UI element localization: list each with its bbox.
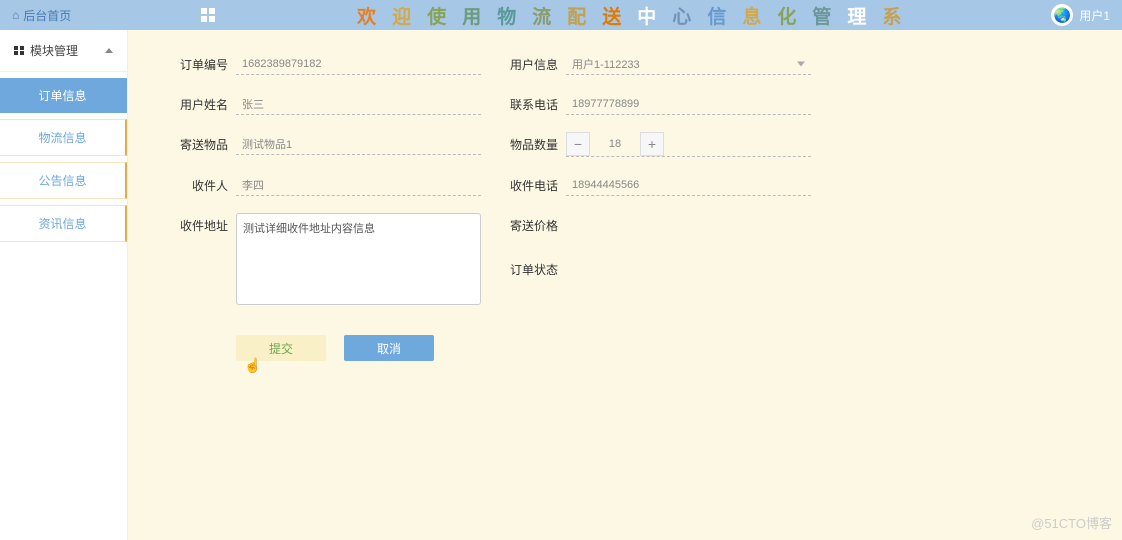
cancel-button[interactable]: 取消 [344, 335, 434, 361]
qty-input[interactable] [590, 134, 640, 154]
home-link[interactable]: ⌂ 后台首页 [12, 7, 71, 24]
sidebar-item-logistics[interactable]: 物流信息 [0, 119, 127, 156]
contact-phone-label: 联系电话 [498, 96, 558, 113]
user-info-select-wrap[interactable] [566, 54, 811, 75]
menu-grid-icon [14, 46, 24, 56]
user-info-label: 用户信息 [498, 56, 558, 73]
layout: 模块管理 订单信息 物流信息 公告信息 资讯信息 订单编号 用户信息 [0, 30, 1122, 540]
sidebar-item-news[interactable]: 资讯信息 [0, 205, 127, 242]
receiver-addr-textarea[interactable] [236, 213, 481, 305]
ship-item-label: 寄送物品 [168, 136, 228, 153]
sidebar-item-orders[interactable]: 订单信息 [0, 78, 127, 113]
order-no-input[interactable] [236, 54, 481, 75]
sidebar: 模块管理 订单信息 物流信息 公告信息 资讯信息 [0, 30, 128, 540]
header-right: 🌏 用户1 [1051, 4, 1110, 26]
receiver-input[interactable] [236, 175, 481, 196]
contact-phone-input[interactable] [566, 94, 811, 115]
user-name-label: 用户姓名 [168, 96, 228, 113]
top-header: ⌂ 后台首页 欢迎使用物流配送中心信息化管理系 🌏 用户1 [0, 0, 1122, 30]
content: 订单编号 用户信息 用户姓名 联系电话 寄送物 [128, 30, 1122, 540]
sidebar-item-announcement[interactable]: 公告信息 [0, 162, 127, 199]
cursor-pointer-icon: ☝ [244, 357, 261, 374]
grid-icon[interactable] [201, 8, 215, 22]
menu-header[interactable]: 模块管理 [0, 30, 127, 72]
order-status-label: 订单状态 [498, 261, 558, 278]
header-left: ⌂ 后台首页 [12, 7, 215, 24]
user-info-select[interactable] [566, 54, 811, 75]
receiver-phone-input[interactable] [566, 175, 811, 196]
home-label: 后台首页 [23, 7, 71, 24]
item-qty-label: 物品数量 [498, 136, 558, 153]
qty-plus-button[interactable]: + [640, 132, 664, 156]
receiver-label: 收件人 [168, 177, 228, 194]
home-icon: ⌂ [12, 8, 19, 22]
qty-minus-button[interactable]: − [566, 132, 590, 156]
receiver-addr-label: 收件地址 [168, 213, 228, 234]
chevron-up-icon [105, 48, 113, 53]
ship-item-input[interactable] [236, 134, 481, 155]
menu-label: 模块管理 [30, 42, 78, 59]
watermark: @51CTO博客 [1031, 513, 1112, 532]
user-name-input[interactable] [236, 94, 481, 115]
ship-price-label: 寄送价格 [498, 217, 558, 234]
quantity-stepper: − + [566, 132, 811, 157]
user-label[interactable]: 用户1 [1079, 7, 1110, 24]
order-no-label: 订单编号 [168, 56, 228, 73]
avatar[interactable]: 🌏 [1051, 4, 1073, 26]
app-title: 欢迎使用物流配送中心信息化管理系 [215, 2, 1051, 29]
form-actions: 提交 取消 ☝ [236, 335, 1082, 361]
receiver-phone-label: 收件电话 [498, 177, 558, 194]
